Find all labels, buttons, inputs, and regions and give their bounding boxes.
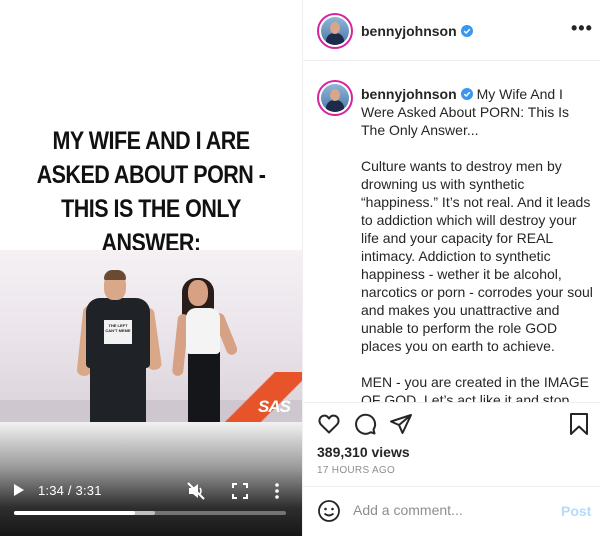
video-time: 1:34 / 3:31: [38, 483, 102, 498]
headline-line: ASKED ABOUT PORN -: [36, 161, 266, 189]
video-frame-title-area: MY WIFE AND I ARE ASKED ABOUT PORN - THI…: [0, 0, 302, 257]
header-username-row: bennyjohnson: [361, 23, 473, 39]
man-hair: [104, 270, 126, 280]
video-progress-bar[interactable]: [14, 511, 286, 515]
caption-username[interactable]: bennyjohnson: [361, 86, 457, 102]
tee-print-text: THE LEFT CAN'T MEME: [104, 320, 132, 344]
header-username[interactable]: bennyjohnson: [361, 23, 457, 39]
post-header: bennyjohnson •••: [303, 0, 600, 61]
verified-badge-icon: [460, 25, 473, 37]
caption-paragraph: Culture wants to destroy men by drowning…: [361, 158, 597, 354]
caption-text: bennyjohnson My Wife And I Were Asked Ab…: [361, 85, 593, 402]
avatar[interactable]: [317, 13, 353, 49]
progress-played: [14, 511, 136, 515]
comment-icon[interactable]: [353, 412, 377, 436]
vertical-dots-icon[interactable]: [270, 482, 284, 500]
video-stage-scene: THE LEFT CAN'T MEME SAS: [0, 250, 302, 422]
avatar[interactable]: [317, 80, 353, 116]
more-options-icon[interactable]: •••: [571, 19, 593, 37]
muted-speaker-icon[interactable]: [186, 482, 206, 500]
post-panel: bennyjohnson ••• bennyjohnson My Wife An…: [302, 0, 600, 536]
fullscreen-icon[interactable]: [231, 482, 249, 500]
headline-line: MY WIFE AND I ARE: [52, 127, 250, 155]
caption-paragraph: MEN - you are created in the IMAGE OF GO…: [361, 374, 589, 402]
play-icon[interactable]: [14, 484, 24, 496]
post-actions: 389,310 views 17 HOURS AGO: [303, 402, 600, 486]
comment-input[interactable]: [353, 502, 553, 518]
video-headline: MY WIFE AND I ARE ASKED ABOUT PORN - THI…: [25, 124, 278, 260]
comment-bar: Post: [303, 486, 600, 536]
woman-head: [188, 280, 208, 306]
avatar-image: [321, 84, 349, 112]
video-controls: 1:34 / 3:31: [0, 476, 302, 506]
woman-top: [186, 308, 220, 354]
post-comment-button[interactable]: Post: [561, 503, 591, 519]
man-legs: [90, 366, 146, 422]
woman-legs: [188, 352, 220, 422]
caption-area: bennyjohnson My Wife And I Were Asked Ab…: [303, 62, 600, 402]
caption-title-row: bennyjohnson My Wife And I Were Asked Ab…: [361, 85, 593, 139]
share-icon[interactable]: [389, 412, 413, 436]
view-count[interactable]: 389,310 views: [317, 444, 410, 460]
video-player[interactable]: MY WIFE AND I ARE ASKED ABOUT PORN - THI…: [0, 0, 302, 536]
emoji-icon[interactable]: [317, 499, 341, 523]
heart-icon[interactable]: [317, 412, 341, 436]
stage-logo: SAS: [258, 397, 291, 416]
bookmark-icon[interactable]: [567, 412, 591, 436]
post-timestamp[interactable]: 17 HOURS AGO: [317, 465, 395, 476]
verified-badge-icon: [460, 88, 473, 100]
avatar-image: [321, 17, 349, 45]
